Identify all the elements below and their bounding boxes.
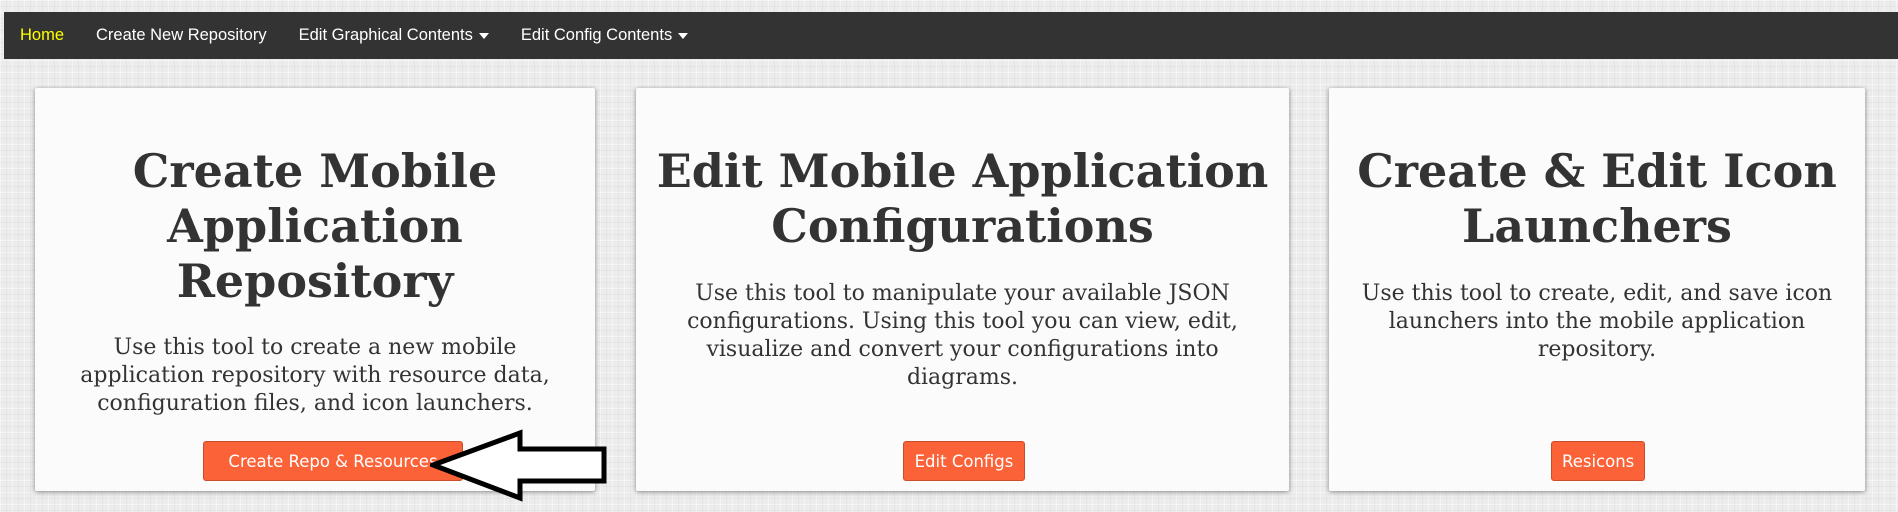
card-description: Use this tool to create a new mobile app… bbox=[80, 335, 550, 416]
nav-edit-config-contents-dropdown[interactable]: Edit Config Contents bbox=[520, 26, 689, 45]
nav-home-label: Home bbox=[20, 26, 65, 44]
create-repo-resources-button[interactable]: Create Repo & Resources bbox=[203, 441, 463, 481]
edit-configs-button[interactable]: Edit Configs bbox=[903, 441, 1025, 481]
nav-edit-config-contents-label: Edit Config Contents bbox=[520, 26, 673, 44]
nav-create-new-repository-label: Create New Repository bbox=[96, 26, 267, 44]
nav-home[interactable]: Home bbox=[20, 26, 64, 45]
card-title: Create Mobile Application Repository bbox=[132, 144, 498, 308]
card-title: Create & Edit Icon Launchers bbox=[1357, 144, 1837, 253]
card-description: Use this tool to manipulate your availab… bbox=[687, 281, 1238, 390]
card-icon-launchers: Create & Edit Icon Launchers Use this to… bbox=[1329, 88, 1865, 491]
left-arrow-icon bbox=[430, 429, 607, 502]
nav-create-new-repository[interactable]: Create New Repository bbox=[96, 26, 267, 45]
card-description: Use this tool to create, edit, and save … bbox=[1361, 281, 1833, 362]
nav-edit-graphical-contents-dropdown[interactable]: Edit Graphical Contents bbox=[299, 26, 489, 45]
resicons-button[interactable]: Resicons bbox=[1551, 441, 1645, 481]
card-title: Edit Mobile Application Configurations bbox=[656, 144, 1269, 253]
top-navbar: Home Create New Repository Edit Graphica… bbox=[4, 12, 1898, 59]
card-edit-configurations: Edit Mobile Application Configurations U… bbox=[636, 88, 1289, 491]
nav-edit-graphical-contents-label: Edit Graphical Contents bbox=[298, 26, 473, 44]
caret-down-icon bbox=[678, 32, 689, 39]
caret-down-icon bbox=[478, 32, 489, 39]
